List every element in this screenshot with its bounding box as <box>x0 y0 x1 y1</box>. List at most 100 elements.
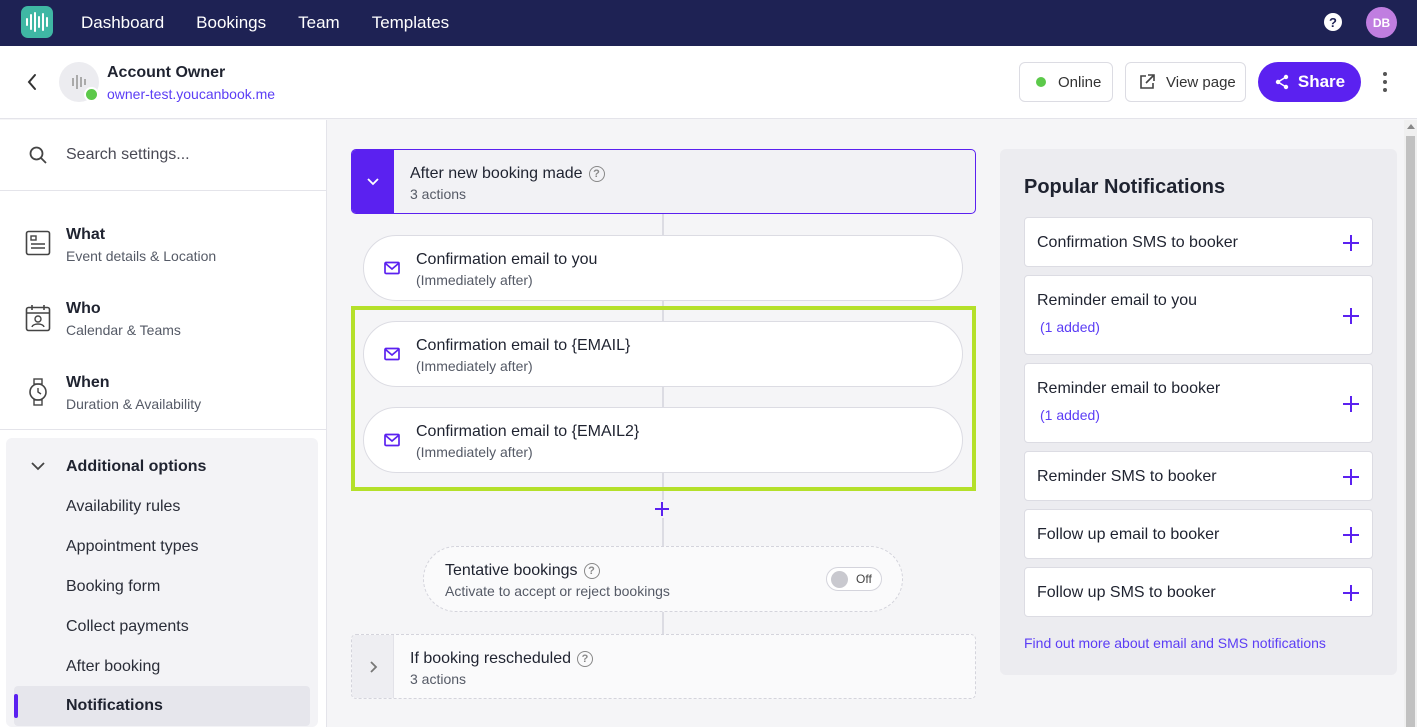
nav-links: Dashboard Bookings Team Templates <box>81 0 449 46</box>
notifications-help-link[interactable]: Find out more about email and SMS notifi… <box>1024 635 1326 651</box>
settings-sidebar: What Event details & Location Who Calend… <box>0 120 327 727</box>
trigger-new-booking[interactable]: After new booking made? 3 actions <box>351 149 976 214</box>
watch-icon <box>29 378 47 406</box>
account-name: Account Owner <box>107 64 226 81</box>
sidebar-item-subtitle: Event details & Location <box>66 248 217 264</box>
add-action-plus-icon[interactable] <box>653 500 671 518</box>
popular-item-follow-up-sms[interactable]: Follow up SMS to booker <box>1024 567 1373 617</box>
connector-line <box>662 518 664 546</box>
connector-line <box>662 214 664 236</box>
action-title: Confirmation email to you <box>416 251 598 268</box>
sidebar-subitem-label: Notifications <box>66 697 163 714</box>
trigger-subtitle: 3 actions <box>410 671 467 687</box>
sidebar-item-subtitle: Duration & Availability <box>66 396 202 412</box>
online-label: Online <box>1058 73 1102 91</box>
action-timing: (Immediately after) <box>416 272 533 288</box>
sidebar-subitem-notifications[interactable]: Notifications <box>14 686 310 726</box>
scroll-up-arrow-icon[interactable] <box>1407 124 1415 129</box>
popular-item-title: Follow up SMS to booker <box>1037 584 1216 601</box>
collapse-toggle[interactable] <box>352 150 394 213</box>
sidebar-divider <box>0 429 326 430</box>
app-logo-icon[interactable] <box>21 6 53 38</box>
action-confirmation-email-you[interactable]: Confirmation email to you (Immediately a… <box>363 235 963 301</box>
chevron-down-icon <box>367 177 379 185</box>
popular-item-title: Reminder email to you <box>1037 292 1198 309</box>
nav-link-bookings[interactable]: Bookings <box>196 13 266 33</box>
account-avatar <box>59 62 99 102</box>
plus-icon[interactable] <box>1342 526 1360 544</box>
sidebar-item-title: When <box>66 374 110 391</box>
trigger-title: After new booking made <box>410 165 583 182</box>
account-url-link[interactable]: owner-test.youcanbook.me <box>107 86 275 102</box>
sidebar-subitem-after-booking[interactable]: After booking <box>66 658 160 676</box>
share-icon <box>1275 74 1289 90</box>
tentative-title: Tentative bookings <box>445 562 578 579</box>
popular-item-added: (1 added) <box>1040 407 1100 423</box>
popular-title: Popular Notifications <box>1024 176 1226 198</box>
scrollbar-thumb[interactable] <box>1406 136 1415 727</box>
nav-link-team[interactable]: Team <box>298 13 340 33</box>
account-header: Account Owner owner-test.youcanbook.me O… <box>0 46 1417 119</box>
additional-options-section: Additional options Availability rules Ap… <box>6 438 318 727</box>
sidebar-item-title: What <box>66 226 106 243</box>
sidebar-item-subtitle: Calendar & Teams <box>66 322 181 338</box>
plus-icon[interactable] <box>1342 234 1360 252</box>
sidebar-item-when[interactable]: When Duration & Availability <box>0 356 326 430</box>
additional-options-title: Additional options <box>66 458 207 475</box>
calendar-person-icon <box>25 305 51 332</box>
popular-item-title: Reminder SMS to booker <box>1037 468 1217 485</box>
mail-icon <box>384 261 400 275</box>
popular-item-added: (1 added) <box>1040 319 1100 335</box>
sidebar-subitem-booking-form[interactable]: Booking form <box>66 578 160 596</box>
tentative-bookings-card: Tentative bookings? Activate to accept o… <box>423 546 903 612</box>
document-icon <box>25 230 51 256</box>
help-circle-icon[interactable]: ? <box>577 651 593 667</box>
tentative-toggle[interactable]: Off <box>826 567 882 591</box>
share-label: Share <box>1297 72 1346 91</box>
sidebar-item-who[interactable]: Who Calendar & Teams <box>0 282 326 356</box>
trigger-title: If booking rescheduled <box>410 650 571 667</box>
toggle-label: Off <box>856 572 872 586</box>
help-circle-icon[interactable]: ? <box>588 166 605 182</box>
additional-options-header[interactable]: Additional options <box>6 438 318 494</box>
external-link-icon <box>1140 74 1155 89</box>
chevron-right-icon <box>369 660 377 673</box>
popular-item-title: Confirmation SMS to booker <box>1037 234 1238 251</box>
help-circle-icon[interactable]: ? <box>583 563 600 579</box>
view-page-label: View page <box>1166 73 1236 91</box>
back-arrow-icon[interactable] <box>24 71 40 93</box>
search-icon <box>29 146 47 164</box>
active-indicator <box>14 694 18 718</box>
expand-toggle[interactable] <box>352 635 394 698</box>
highlight-box <box>351 306 976 491</box>
popular-item-follow-up-email[interactable]: Follow up email to booker <box>1024 509 1373 559</box>
nav-link-templates[interactable]: Templates <box>372 13 449 33</box>
popular-item-reminder-email-booker[interactable]: Reminder email to booker (1 added) <box>1024 363 1373 443</box>
connector-line <box>662 612 664 634</box>
popular-item-reminder-sms-booker[interactable]: Reminder SMS to booker <box>1024 451 1373 501</box>
view-page-button[interactable]: View page <box>1125 62 1246 102</box>
search-settings-input[interactable] <box>66 142 306 168</box>
popular-item-reminder-email-you[interactable]: Reminder email to you (1 added) <box>1024 275 1373 355</box>
chevron-down-icon <box>31 462 45 471</box>
sidebar-subitem-appointment-types[interactable]: Appointment types <box>66 538 199 556</box>
plus-icon[interactable] <box>1342 307 1360 325</box>
online-button[interactable]: Online <box>1019 62 1113 102</box>
plus-icon[interactable] <box>1342 395 1360 413</box>
trigger-booking-rescheduled[interactable]: If booking rescheduled? 3 actions <box>351 634 976 699</box>
scrollbar[interactable] <box>1404 120 1417 727</box>
online-dot-icon <box>1036 77 1046 87</box>
sidebar-item-what[interactable]: What Event details & Location <box>0 208 326 282</box>
user-avatar[interactable]: DB <box>1366 7 1397 38</box>
tentative-subtitle: Activate to accept or reject bookings <box>445 583 670 599</box>
plus-icon[interactable] <box>1342 468 1360 486</box>
sidebar-subitem-availability-rules[interactable]: Availability rules <box>66 498 180 516</box>
sidebar-subitem-collect-payments[interactable]: Collect payments <box>66 618 189 636</box>
share-button[interactable]: Share <box>1258 62 1361 102</box>
popular-item-confirmation-sms[interactable]: Confirmation SMS to booker <box>1024 217 1373 267</box>
nav-link-dashboard[interactable]: Dashboard <box>81 13 164 33</box>
more-options-icon[interactable] <box>1382 72 1388 92</box>
plus-icon[interactable] <box>1342 584 1360 602</box>
top-nav: Dashboard Bookings Team Templates ? DB <box>0 0 1417 46</box>
help-icon[interactable]: ? <box>1324 13 1342 31</box>
